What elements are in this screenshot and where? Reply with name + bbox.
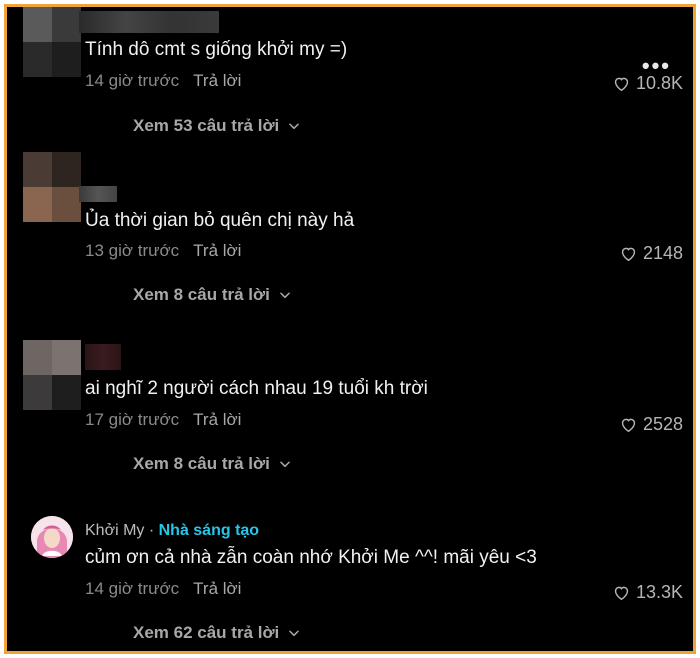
comment-meta: 13 giờ trước Trả lời bbox=[85, 241, 241, 261]
creator-avatar[interactable] bbox=[31, 516, 73, 558]
view-replies-button[interactable]: Xem 8 câu trả lời bbox=[133, 285, 292, 305]
chevron-down-icon bbox=[289, 630, 300, 637]
chevron-down-icon bbox=[289, 123, 300, 130]
view-replies-button[interactable]: Xem 62 câu trả lời bbox=[133, 623, 301, 643]
like-count: 2528 bbox=[642, 414, 683, 434]
comment-meta: 17 giờ trước Trả lời bbox=[85, 410, 241, 430]
username[interactable]: Khởi My bbox=[85, 522, 144, 539]
comment-text: Tính dô cmt s giống khởi my =) bbox=[85, 39, 348, 60]
comment-text: ai nghĩ 2 người cách nhau 19 tuổi kh trờ… bbox=[85, 378, 428, 399]
heart-icon bbox=[614, 77, 629, 92]
timestamp: 13 giờ trước bbox=[85, 241, 180, 260]
comments-panel: Tính dô cmt s giống khởi my =) ••• 14 gi… bbox=[4, 4, 696, 654]
view-replies-label: Xem 8 câu trả lời bbox=[133, 454, 270, 473]
reply-button[interactable]: Trả lời bbox=[193, 71, 241, 90]
comment-meta: 14 giờ trước Trả lời bbox=[85, 71, 241, 91]
reply-button[interactable]: Trả lời bbox=[193, 579, 241, 598]
avatar[interactable] bbox=[23, 340, 81, 410]
avatar[interactable] bbox=[23, 7, 81, 77]
like-count: 13.3K bbox=[635, 582, 683, 602]
timestamp: 14 giờ trước bbox=[85, 71, 180, 90]
reply-button[interactable]: Trả lời bbox=[193, 241, 241, 260]
heart-icon bbox=[614, 586, 629, 601]
heart-icon bbox=[621, 418, 636, 433]
chevron-down-icon bbox=[279, 461, 290, 468]
view-replies-button[interactable]: Xem 8 câu trả lời bbox=[133, 454, 292, 474]
timestamp: 14 giờ trước bbox=[85, 579, 180, 598]
view-replies-label: Xem 62 câu trả lời bbox=[133, 623, 280, 642]
creator-name-line: Khởi My · Nhà sáng tạo bbox=[85, 522, 259, 540]
view-replies-label: Xem 8 câu trả lời bbox=[133, 285, 270, 304]
like-button[interactable]: 2528 bbox=[619, 414, 683, 435]
username[interactable] bbox=[85, 344, 121, 370]
like-button[interactable]: 13.3K bbox=[612, 582, 683, 603]
avatar[interactable] bbox=[23, 152, 81, 222]
comment-item: Ủa thời gian bỏ quên chị này hả 13 giờ t… bbox=[7, 152, 693, 322]
chevron-down-icon bbox=[279, 292, 290, 299]
comment-text: Ủa thời gian bỏ quên chị này hả bbox=[85, 210, 355, 231]
avatar-image bbox=[31, 516, 73, 558]
view-replies-button[interactable]: Xem 53 câu trả lời bbox=[133, 116, 301, 136]
comment-item: Tính dô cmt s giống khởi my =) ••• 14 gi… bbox=[7, 7, 693, 157]
username[interactable] bbox=[79, 186, 117, 202]
username[interactable] bbox=[79, 11, 219, 33]
like-count: 2148 bbox=[642, 243, 683, 263]
comment-meta: 14 giờ trước Trả lời bbox=[85, 579, 241, 599]
separator: · bbox=[144, 522, 159, 539]
comment-text: củm ơn cả nhà zẫn coàn nhớ Khởi Me ^^! m… bbox=[85, 547, 537, 568]
comment-item: ai nghĩ 2 người cách nhau 19 tuổi kh trờ… bbox=[7, 340, 693, 500]
creator-badge: Nhà sáng tạo bbox=[158, 522, 260, 539]
like-button[interactable]: 2148 bbox=[619, 243, 683, 264]
reply-button[interactable]: Trả lời bbox=[193, 410, 241, 429]
view-replies-label: Xem 53 câu trả lời bbox=[133, 116, 280, 135]
like-button[interactable]: 10.8K bbox=[612, 73, 683, 94]
heart-icon bbox=[621, 247, 636, 262]
timestamp: 17 giờ trước bbox=[85, 410, 180, 429]
like-count: 10.8K bbox=[635, 73, 683, 93]
creator-comment-item: Khởi My · Nhà sáng tạo củm ơn cả nhà zẫn… bbox=[7, 512, 693, 651]
